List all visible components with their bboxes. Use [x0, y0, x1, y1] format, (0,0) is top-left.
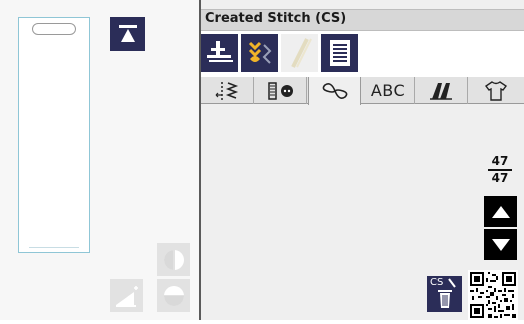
page-down-button[interactable]: [484, 229, 517, 260]
qr-code[interactable]: [468, 270, 518, 320]
tab-quilt-stitches[interactable]: [415, 77, 468, 104]
page-counter: 47 47: [488, 155, 512, 185]
needle-icon: [290, 38, 312, 68]
title-bar: Created Stitch (CS): [201, 9, 524, 31]
cs-delete-button[interactable]: CS: [427, 276, 462, 312]
page-total: 47: [491, 171, 509, 185]
stitch-preview-panel: [0, 0, 199, 320]
mirror-icon: [163, 249, 184, 270]
resize-button[interactable]: [110, 279, 143, 312]
toolbar: [201, 31, 524, 77]
stitch-pattern-icon: [248, 41, 271, 64]
stitch-selection-panel: Created Stitch (CS) ABC 47 47 CS: [201, 0, 524, 320]
memory-icon: [329, 40, 350, 66]
tab-alphabets-label: ABC: [370, 81, 406, 100]
needle-button[interactable]: [281, 34, 318, 72]
arrow-down-icon: [491, 238, 510, 251]
stitch-preview: [18, 17, 90, 253]
rotate-button[interactable]: [157, 279, 190, 312]
presser-foot-icon: [206, 41, 233, 62]
preview-baseline: [29, 247, 79, 248]
memory-button[interactable]: [321, 34, 358, 72]
screen: Created Stitch (CS) ABC 47 47 CS: [0, 0, 524, 320]
presser-foot-button[interactable]: [201, 34, 238, 72]
shirt-icon: [484, 80, 507, 101]
tab-alphabets[interactable]: ABC: [362, 77, 415, 104]
resize-icon: [115, 285, 138, 307]
move-to-top-button[interactable]: [110, 17, 145, 51]
tab-buttonholes[interactable]: [254, 77, 307, 104]
utility-icon: [215, 81, 239, 100]
needle-plate-slot: [32, 23, 76, 35]
page-title: Created Stitch (CS): [205, 11, 347, 26]
stitch-pattern-button[interactable]: [241, 34, 278, 72]
page-up-button[interactable]: [484, 196, 517, 227]
quilt-icon: [430, 82, 452, 100]
tab-decorative-stitches[interactable]: [308, 77, 361, 105]
page-current: 47: [491, 154, 509, 168]
trash-icon: [438, 278, 456, 308]
rotate-icon: [163, 285, 184, 306]
arrow-up-icon: [491, 205, 510, 218]
move-to-top-icon: [118, 25, 137, 42]
tab-garment-stitches[interactable]: [469, 77, 522, 104]
stitch-category-tabs: ABC: [201, 77, 524, 105]
mirror-button[interactable]: [157, 243, 190, 276]
qr-code-icon: [468, 270, 518, 320]
decorative-icon: [322, 83, 347, 99]
buttonhole-icon: [268, 81, 293, 100]
tab-utility-stitches[interactable]: [201, 77, 254, 104]
